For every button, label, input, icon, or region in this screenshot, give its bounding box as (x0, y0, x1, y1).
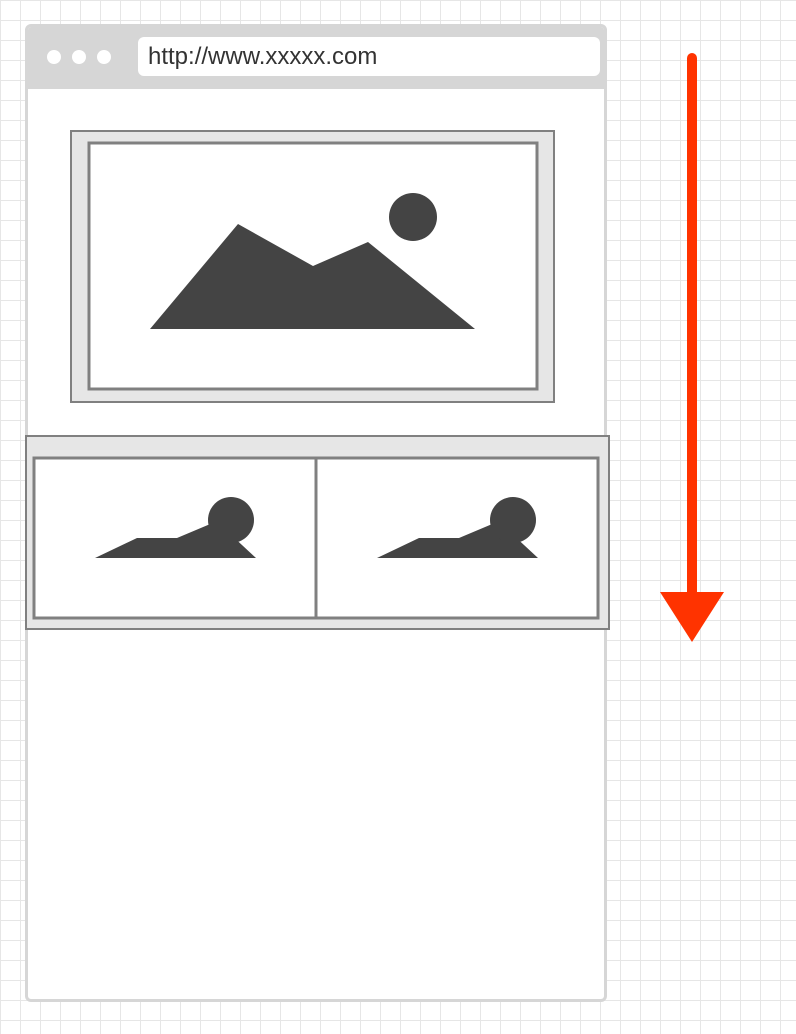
thumbnail-left (32, 456, 318, 620)
sun-shape (389, 193, 437, 241)
thumbnail-row (25, 435, 610, 630)
hero-image-placeholder (70, 130, 555, 403)
arrow-down-icon (660, 53, 724, 642)
sun-shape (490, 497, 536, 543)
sun-shape (208, 497, 254, 543)
wireframe-layer (25, 53, 724, 642)
arrow-head (660, 592, 724, 642)
thumbnail-right (314, 456, 600, 620)
